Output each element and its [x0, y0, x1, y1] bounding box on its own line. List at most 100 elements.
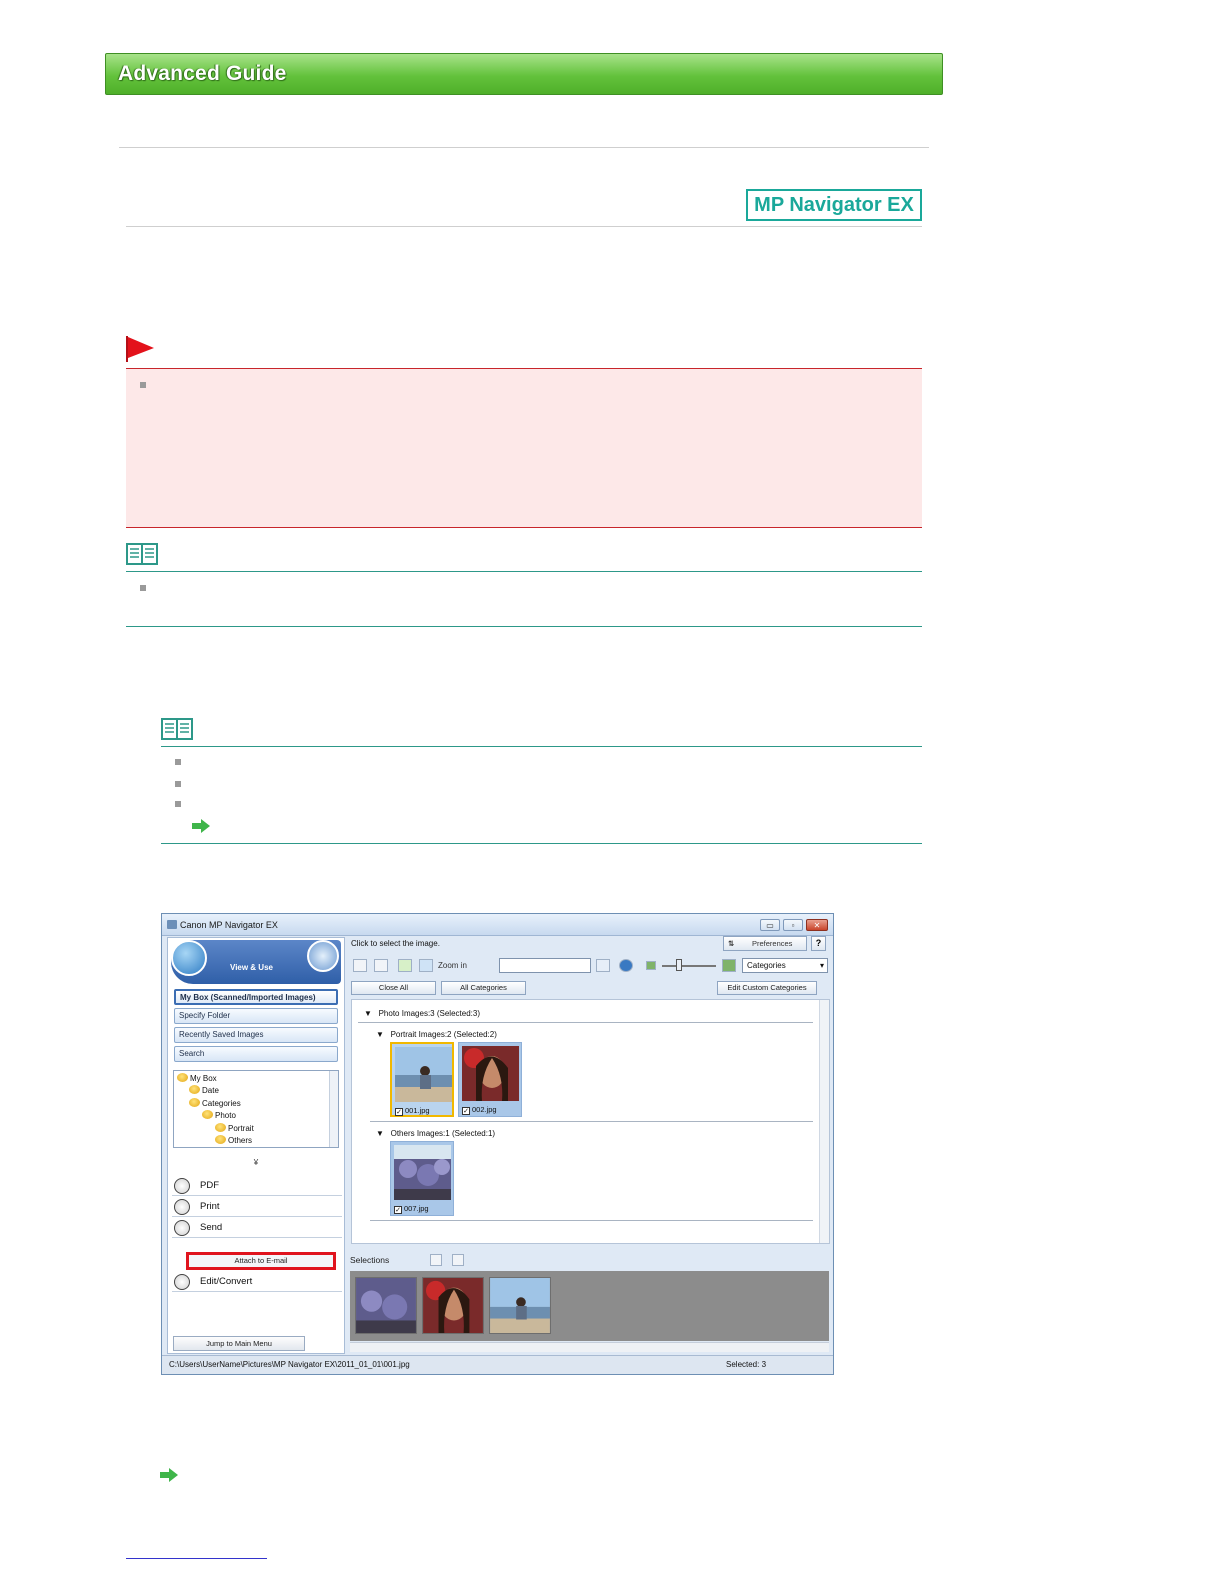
thumbnail-caption: ✓ 002.jpg [462, 1105, 497, 1115]
monitor-icon [307, 940, 339, 972]
group-others[interactable]: ▼ Others Images:1 (Selected:1) [376, 1129, 495, 1138]
tree-item-portrait[interactable]: Portrait [215, 1123, 254, 1133]
advanced-guide-banner: Advanced Guide [105, 53, 943, 95]
title-divider [126, 226, 922, 227]
preferences-button[interactable]: ⇅ Preferences [723, 936, 807, 951]
slider-handle[interactable] [676, 959, 682, 971]
menu-recently-saved[interactable]: Recently Saved Images [174, 1027, 338, 1043]
checkbox[interactable]: ✓ [462, 1107, 470, 1115]
thumbnail-scrollbar[interactable] [819, 1000, 829, 1243]
tree-item-photo[interactable]: Photo [202, 1110, 236, 1120]
action-edit-convert[interactable]: Edit/Convert [172, 1272, 342, 1292]
list-bullet [140, 585, 146, 591]
collapse-toggle[interactable]: ¥ [171, 1158, 341, 1168]
pencil-icon [174, 1274, 190, 1290]
action-print[interactable]: Print [172, 1197, 342, 1217]
thumbnail-caption: ✓ 007.jpg [394, 1204, 429, 1214]
top-divider [119, 147, 929, 148]
navigation-circle-icon[interactable] [171, 940, 207, 976]
selections-grid-icon[interactable] [430, 1254, 442, 1266]
green-arrow-icon[interactable] [160, 1468, 178, 1482]
selections-scrollbar[interactable] [350, 1342, 829, 1352]
note-rule [126, 571, 922, 572]
thumbnail-002[interactable]: ✓ 002.jpg [458, 1042, 522, 1117]
tree-item-my-box[interactable]: My Box [177, 1073, 217, 1083]
tree-scrollbar[interactable] [329, 1071, 338, 1147]
large-thumbnail-icon[interactable] [722, 959, 736, 972]
group-rule [370, 1220, 813, 1221]
thumbnail-007[interactable]: ✓ 007.jpg [390, 1141, 454, 1216]
search-icon[interactable] [596, 959, 610, 972]
note-rule [161, 746, 922, 747]
folder-icon [189, 1085, 200, 1094]
tree-item-date[interactable]: Date [189, 1085, 219, 1095]
group-photo[interactable]: ▼ Photo Images:3 (Selected:3) [364, 1009, 480, 1018]
photo-thumbnail [462, 1046, 519, 1101]
envelope-icon [174, 1220, 190, 1236]
open-book-icon [161, 718, 193, 740]
important-box [126, 368, 922, 528]
mp-navigator-badge: MP Navigator EX [746, 189, 922, 221]
checkbox[interactable]: ✓ [395, 1108, 403, 1116]
jump-to-main-menu-button[interactable]: Jump to Main Menu [173, 1336, 305, 1351]
view-grid-icon[interactable] [374, 959, 388, 972]
small-thumbnail-icon[interactable] [646, 961, 656, 970]
close-button[interactable]: ✕ [806, 919, 828, 931]
zoom-image-icon[interactable] [419, 959, 433, 972]
menu-search[interactable]: Search [174, 1046, 338, 1062]
status-path: C:\Users\UserName\Pictures\MP Navigator … [169, 1360, 410, 1369]
page-top-link[interactable] [126, 1558, 267, 1559]
tree-item-categories[interactable]: Categories [189, 1098, 241, 1108]
attach-to-email-button[interactable]: Attach to E-mail [186, 1252, 336, 1270]
close-all-button[interactable]: Close All [351, 981, 436, 995]
refresh-icon[interactable] [619, 959, 633, 972]
pdf-icon [174, 1178, 190, 1194]
note-rule [161, 843, 922, 844]
green-arrow-icon[interactable] [192, 819, 210, 833]
photo-thumbnail [394, 1145, 451, 1200]
mp-navigator-window: Canon MP Navigator EX ▭ ▫ ✕ View & Use M… [161, 913, 834, 1375]
list-bullet [175, 781, 181, 787]
help-button[interactable]: ? [811, 936, 826, 951]
maximize-button[interactable]: ▫ [783, 919, 803, 931]
selections-area [350, 1271, 829, 1341]
selected-thumbnail[interactable] [355, 1277, 417, 1334]
checkbox[interactable]: ✓ [394, 1206, 402, 1214]
view-use-header: View & Use [171, 940, 341, 984]
folder-tree[interactable]: My Box Date Categories Photo Portrait Ot… [173, 1070, 339, 1148]
printer-icon [174, 1199, 190, 1215]
category-select[interactable]: Categories [742, 958, 828, 973]
menu-my-box[interactable]: My Box (Scanned/Imported Images) [174, 989, 338, 1005]
group-rule [358, 1022, 813, 1023]
group-rule [370, 1121, 813, 1122]
correct-icon[interactable] [398, 959, 412, 972]
note-rule [126, 626, 922, 627]
action-pdf[interactable]: PDF [172, 1176, 342, 1196]
menu-specify-folder[interactable]: Specify Folder [174, 1008, 338, 1024]
view-use-label: View & Use [230, 963, 273, 972]
group-portrait[interactable]: ▼ Portrait Images:2 (Selected:2) [376, 1030, 497, 1039]
all-categories-button[interactable]: All Categories [441, 981, 526, 995]
list-bullet [175, 801, 181, 807]
tree-item-others[interactable]: Others [215, 1135, 252, 1145]
selected-thumbnail[interactable] [422, 1277, 484, 1334]
red-flag-icon [126, 336, 154, 362]
edit-custom-categories-button[interactable]: Edit Custom Categories [717, 981, 817, 995]
left-pane: View & Use My Box (Scanned/Imported Imag… [167, 937, 345, 1354]
status-selected: Selected: 3 [726, 1360, 767, 1369]
folder-icon [215, 1135, 226, 1144]
open-book-icon [126, 543, 158, 565]
thumbnail-caption: ✓ 001.jpg [395, 1106, 430, 1116]
sort-icon: ⇅ [728, 939, 735, 948]
search-input[interactable] [499, 958, 591, 973]
window-titlebar: Canon MP Navigator EX ▭ ▫ ✕ [162, 914, 833, 936]
thumbnail-size-slider[interactable] [662, 965, 716, 967]
selections-single-icon[interactable] [452, 1254, 464, 1266]
zoom-in-label: Zoom in [438, 961, 467, 970]
window-title: Canon MP Navigator EX [180, 920, 278, 930]
selected-thumbnail[interactable] [489, 1277, 551, 1334]
minimize-button[interactable]: ▭ [760, 919, 780, 931]
action-send[interactable]: Send [172, 1218, 342, 1238]
thumbnail-001[interactable]: ✓ 001.jpg [390, 1042, 454, 1117]
view-single-icon[interactable] [353, 959, 367, 972]
